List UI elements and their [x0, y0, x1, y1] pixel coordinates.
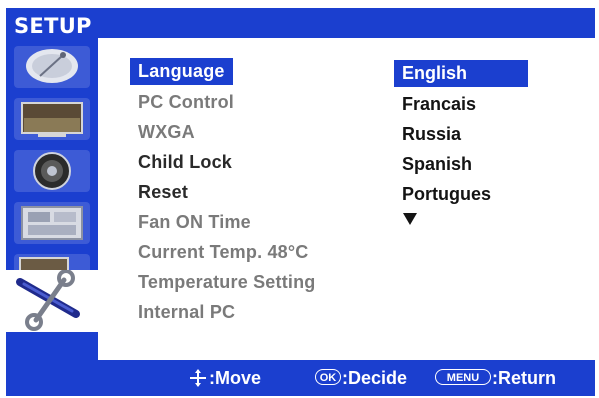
menu-item-temperature-setting[interactable]: Temperature Setting	[130, 269, 324, 296]
menu-item-pc-control[interactable]: PC Control	[130, 89, 242, 116]
window-icon[interactable]	[14, 202, 90, 244]
language-option-english[interactable]: English	[394, 60, 528, 87]
menu-item-child-lock[interactable]: Child Lock	[130, 149, 240, 176]
menu-item-reset[interactable]: Reset	[130, 179, 196, 206]
return-hint: :Return	[492, 368, 556, 388]
speaker-icon[interactable]	[14, 150, 90, 192]
title-bar: SETUP	[6, 8, 595, 38]
language-option-russia[interactable]: Russia	[394, 121, 469, 148]
move-hint: :Move	[209, 368, 262, 388]
settings-panel: Language PC Control WXGA Child Lock Rese…	[98, 38, 595, 360]
picture-icon[interactable]	[14, 98, 90, 140]
menu-item-fan-on-time[interactable]: Fan ON Time	[130, 209, 259, 236]
window-title: SETUP	[14, 14, 92, 38]
tools-icon[interactable]	[6, 270, 110, 332]
menu-item-internal-pc[interactable]: Internal PC	[130, 299, 243, 326]
down-arrow-icon[interactable]	[403, 213, 417, 225]
help-bar: :Move OK :Decide MENU :Return	[6, 360, 595, 396]
language-option-francais[interactable]: Francais	[394, 91, 484, 118]
move-arrows-icon	[190, 369, 206, 387]
menu-item-language[interactable]: Language	[130, 58, 233, 85]
setup-osd-window: SETUP Language PC Control WXGA Child Loc…	[6, 8, 595, 396]
menu-key-icon: MENU	[435, 369, 491, 385]
language-option-portugues[interactable]: Portugues	[394, 181, 499, 208]
menu-item-current-temp[interactable]: Current Temp. 48°C	[130, 239, 317, 266]
menu-item-wxga[interactable]: WXGA	[130, 119, 203, 146]
language-option-spanish[interactable]: Spanish	[394, 151, 480, 178]
decide-hint: :Decide	[342, 368, 408, 388]
ok-key-icon: OK	[315, 369, 341, 385]
satellite-dish-icon[interactable]	[14, 46, 90, 88]
